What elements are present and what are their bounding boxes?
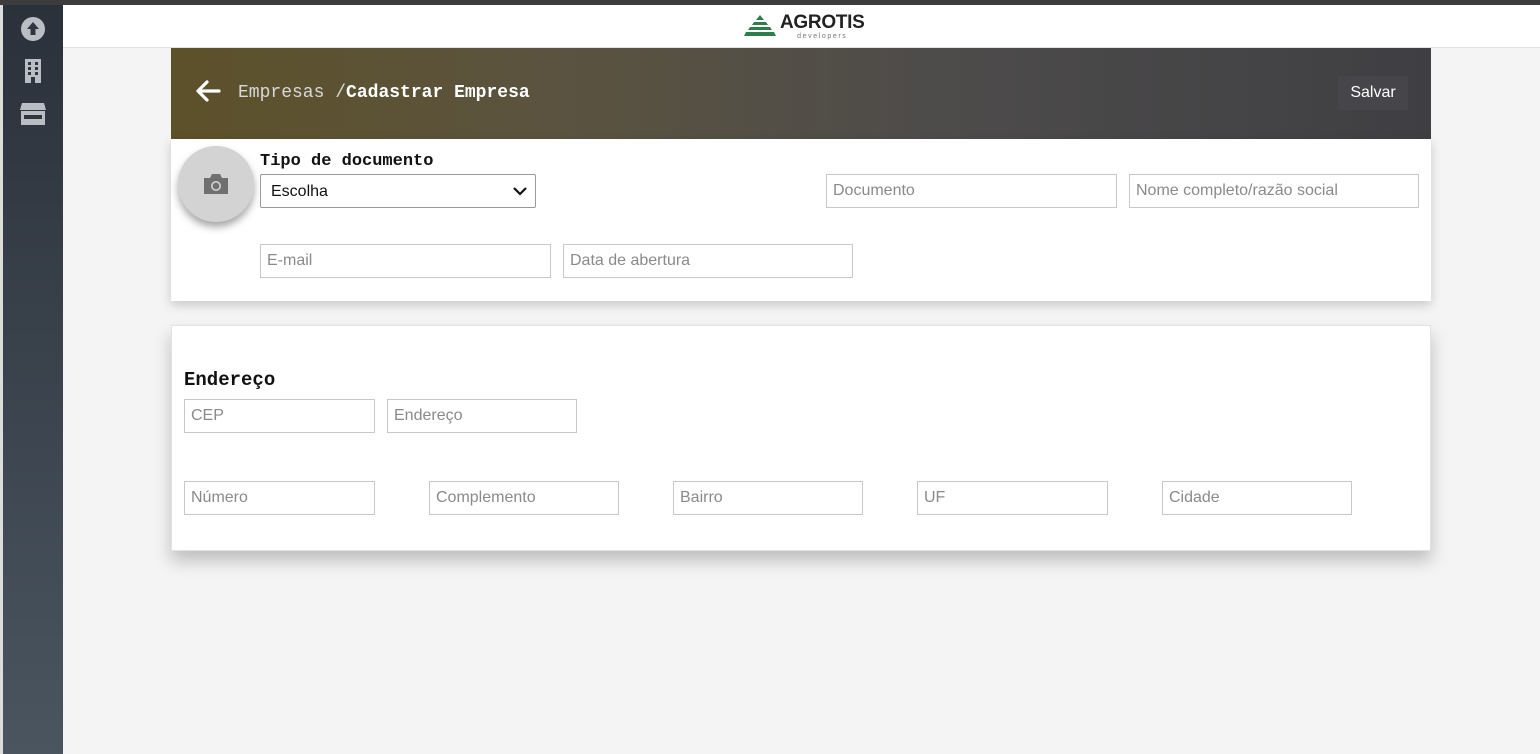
cep-field[interactable]: [184, 399, 375, 433]
back-button[interactable]: [193, 76, 223, 106]
breadcrumb-parent[interactable]: Empresas: [238, 83, 324, 103]
doc-type-label: Tipo de documento: [260, 152, 434, 171]
state-field[interactable]: [917, 481, 1108, 515]
top-bar: AGROTIS developers: [63, 5, 1540, 48]
brand-subtitle: developers: [797, 32, 848, 40]
breadcrumb-separator: /: [335, 83, 347, 103]
company-name-field[interactable]: [1129, 174, 1419, 208]
email-field[interactable]: [260, 244, 551, 278]
chevron-down-icon: [513, 187, 527, 196]
photo-upload-button[interactable]: [178, 146, 254, 222]
save-button[interactable]: Salvar: [1338, 76, 1408, 110]
sidebar-item-companies[interactable]: [19, 57, 47, 85]
complement-field[interactable]: [429, 481, 619, 515]
brand-name: AGROTIS: [780, 11, 865, 33]
address-section-title: Endereço: [184, 369, 276, 391]
number-field[interactable]: [184, 481, 375, 515]
document-field[interactable]: [826, 174, 1117, 208]
city-field[interactable]: [1162, 481, 1352, 515]
arrow-left-icon: [196, 80, 221, 102]
sidebar-item-upload[interactable]: [19, 15, 47, 43]
camera-icon: [204, 174, 228, 194]
breadcrumb-current: Cadastrar Empresa: [346, 83, 530, 103]
district-field[interactable]: [673, 481, 863, 515]
brand-logo: AGROTIS developers: [744, 10, 865, 42]
doc-type-select[interactable]: Escolha: [260, 174, 536, 208]
page-header: Empresas /Cadastrar Empresa Salvar: [171, 48, 1431, 139]
opening-date-field[interactable]: [563, 244, 853, 278]
sidebar-item-stores[interactable]: [19, 100, 47, 128]
store-icon: [20, 103, 46, 125]
address-field[interactable]: [387, 399, 577, 433]
agrotis-logo-icon: [744, 15, 776, 36]
doc-type-selected-value: Escolha: [271, 183, 328, 200]
upload-circle-icon: [21, 17, 45, 41]
building-icon: [25, 59, 41, 83]
company-info-card: Tipo de documento Escolha: [171, 139, 1431, 301]
address-card: Endereço: [171, 325, 1431, 551]
breadcrumb: Empresas /Cadastrar Empresa: [238, 83, 530, 103]
sidebar: [3, 5, 63, 754]
